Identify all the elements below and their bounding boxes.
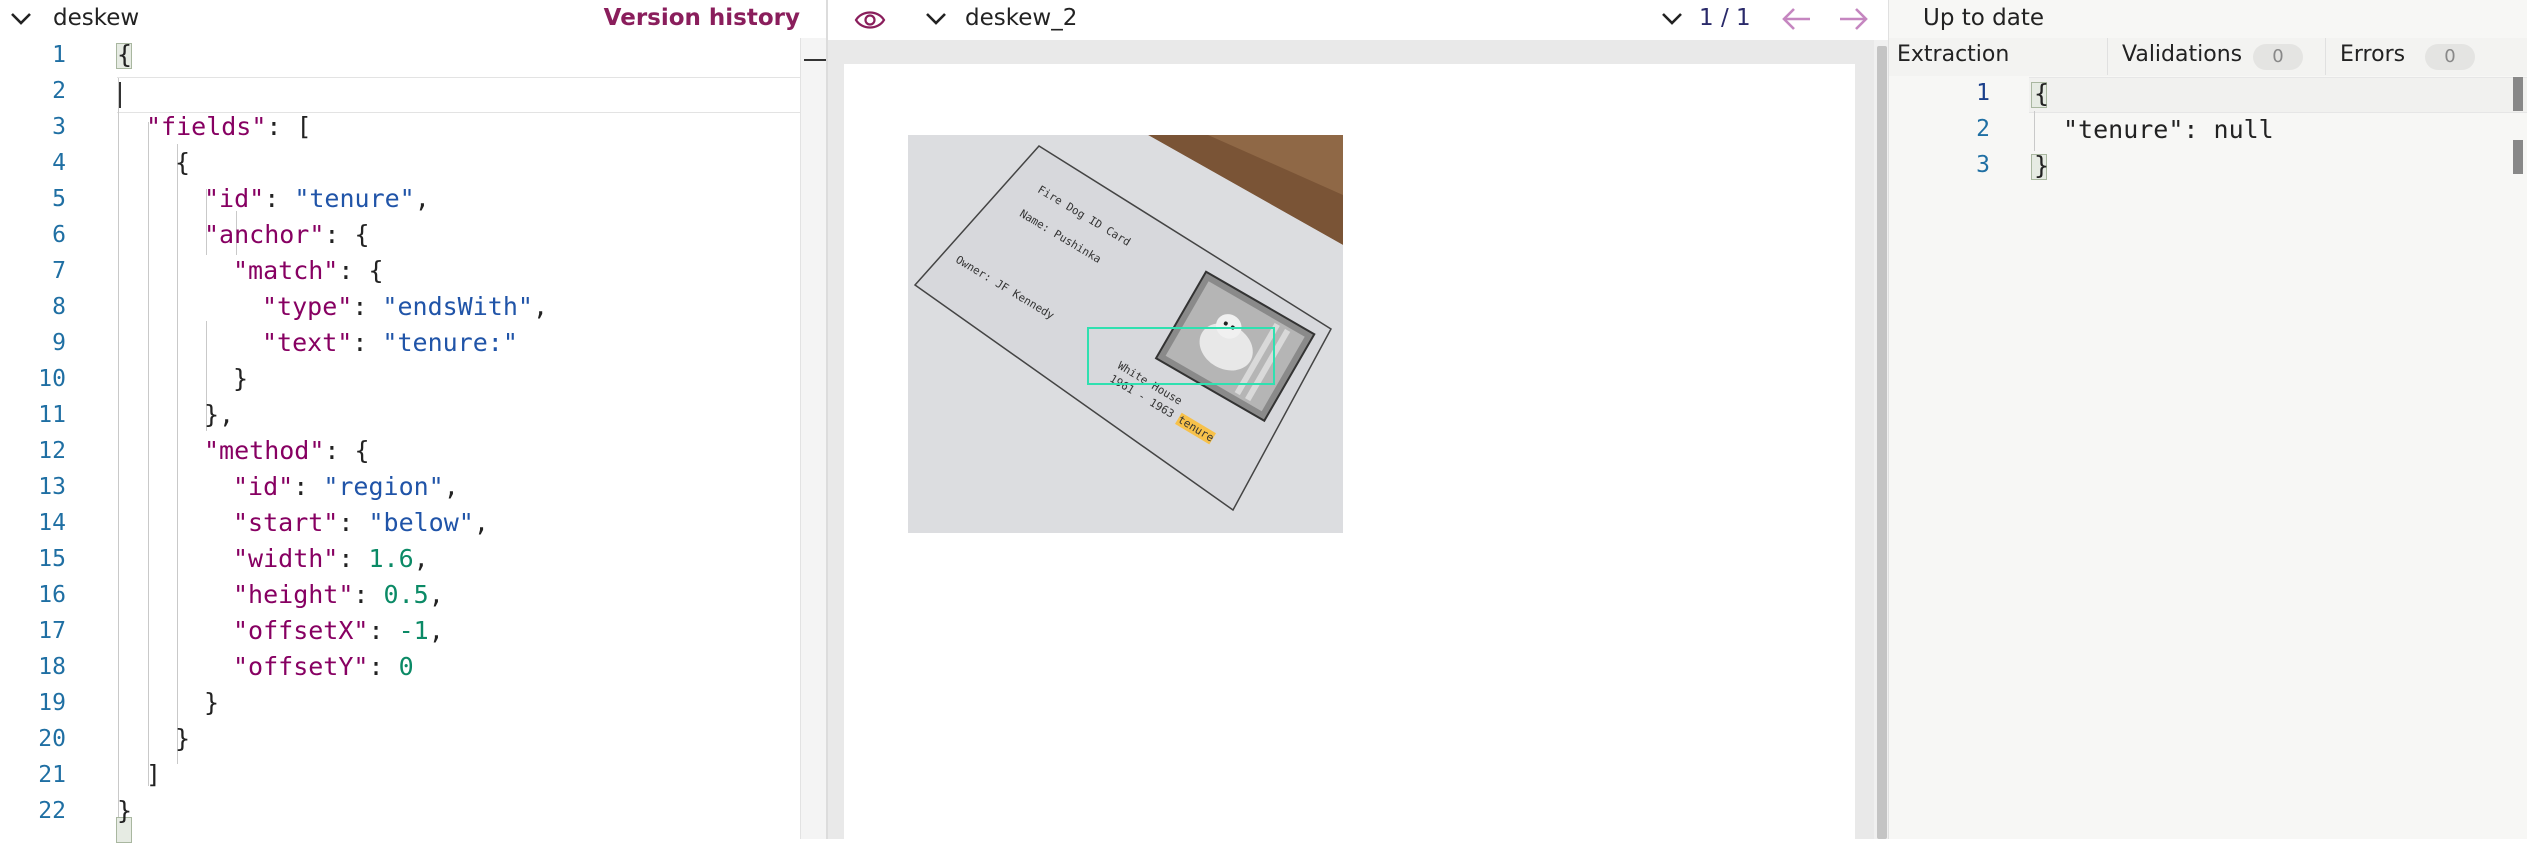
project-name[interactable]: deskew xyxy=(53,5,139,31)
result-line: { xyxy=(2034,79,2050,108)
arrow-right-icon[interactable] xyxy=(1836,6,1870,32)
code-line: }, xyxy=(204,400,235,429)
result-line: "tenure": null xyxy=(2063,115,2274,144)
line-number: 9 xyxy=(52,330,66,356)
code-line: ] xyxy=(146,760,162,789)
line-number: 21 xyxy=(38,762,66,788)
line-number: 7 xyxy=(52,258,66,284)
code-line: "width": 1.6, xyxy=(233,544,429,573)
line-number: 10 xyxy=(38,366,66,392)
line-number: 5 xyxy=(52,186,66,212)
line-number: 18 xyxy=(38,654,66,680)
code-line: } xyxy=(233,364,249,393)
document-name[interactable]: deskew_2 xyxy=(965,5,1077,31)
code-line: "type": "endsWith", xyxy=(262,292,548,321)
line-number: 17 xyxy=(38,618,66,644)
results-tabs: Extraction Validations 0 Errors 0 xyxy=(1889,38,2527,76)
active-line-highlight xyxy=(117,77,827,113)
code-line: "id": "region", xyxy=(233,472,459,501)
editor-scrollbar[interactable] xyxy=(800,38,827,839)
line-number: 16 xyxy=(38,582,66,608)
code-line: "method": { xyxy=(204,436,370,465)
code-line: } xyxy=(117,796,133,825)
code-line: } xyxy=(175,724,191,753)
document-canvas[interactable]: Fire Dog ID Card Name: Pushinka Owner: J… xyxy=(828,40,1874,839)
count-badge: 0 xyxy=(2253,44,2303,70)
line-number: 1 xyxy=(52,42,66,68)
tab-validations[interactable]: Validations 0 xyxy=(2107,38,2325,75)
code-line: "match": { xyxy=(233,256,384,285)
arrow-left-icon[interactable] xyxy=(1780,6,1814,32)
tab-label: Validations xyxy=(2122,42,2243,67)
line-number: 6 xyxy=(52,222,66,248)
result-line: } xyxy=(2034,151,2050,180)
code-line: "offsetY": 0 xyxy=(233,652,414,681)
chevron-down-icon[interactable] xyxy=(925,12,947,26)
scrollbar-marker xyxy=(2513,140,2523,174)
line-number: 20 xyxy=(38,726,66,752)
line-number: 3 xyxy=(1976,152,1990,178)
tab-errors[interactable]: Errors 0 xyxy=(2325,38,2527,75)
line-number: 3 xyxy=(52,114,66,140)
results-pane: Up to date Extraction Validations 0 Erro… xyxy=(1888,0,2527,839)
code-line: "text": "tenure:" xyxy=(262,328,518,357)
extraction-result-viewer[interactable]: 1 2 3 { "tenure": null } xyxy=(1889,77,2527,839)
scrollbar-thumb[interactable] xyxy=(1877,46,1887,839)
count-badge: 0 xyxy=(2425,44,2475,70)
json-code-editor[interactable]: 1 2 3 4 5 6 7 8 9 10 11 12 13 14 15 16 1… xyxy=(0,38,827,843)
status-text: Up to date xyxy=(1923,5,2045,31)
viewer-header: deskew_2 1 / 1 xyxy=(828,0,1890,40)
chevron-down-icon[interactable] xyxy=(1661,12,1683,26)
version-history-link[interactable]: Version history xyxy=(604,5,800,31)
tab-label: Extraction xyxy=(1897,42,2010,67)
page-indicator[interactable]: 1 / 1 xyxy=(1699,5,1751,31)
chevron-down-icon[interactable] xyxy=(10,12,32,26)
tab-label: Errors xyxy=(2340,42,2406,67)
line-number: 15 xyxy=(38,546,66,572)
line-number: 8 xyxy=(52,294,66,320)
code-line: "id": "tenure", xyxy=(204,184,430,213)
code-line: "fields": [ xyxy=(146,112,312,141)
config-header: deskew Version history xyxy=(0,0,826,38)
code-line: "offsetX": -1, xyxy=(233,616,444,645)
line-number: 2 xyxy=(52,78,66,104)
line-number: 11 xyxy=(38,402,66,428)
active-line-highlight xyxy=(2029,77,2527,113)
line-number: 1 xyxy=(1976,80,1990,106)
code-line: { xyxy=(117,40,133,69)
line-number: 4 xyxy=(52,150,66,176)
indent-guide xyxy=(148,122,149,786)
text-cursor xyxy=(119,82,121,108)
indent-guide xyxy=(177,144,178,764)
code-line: { xyxy=(175,148,191,177)
line-number: 2 xyxy=(1976,116,1990,142)
code-line: "anchor": { xyxy=(204,220,370,249)
scrollbar-marker xyxy=(2513,77,2523,111)
indent-guide xyxy=(2034,111,2035,151)
document-viewer-pane: deskew_2 1 / 1 Fire Dog ID Card Name: Pu… xyxy=(826,0,1890,839)
line-number: 13 xyxy=(38,474,66,500)
line-number: 19 xyxy=(38,690,66,716)
code-line: "start": "below", xyxy=(233,508,489,537)
eye-icon[interactable] xyxy=(854,8,886,32)
code-line: "height": 0.5, xyxy=(233,580,444,609)
config-editor-pane: deskew Version history 1 2 3 4 5 6 7 8 9… xyxy=(0,0,827,843)
indent-guide xyxy=(118,78,119,830)
line-number: 12 xyxy=(38,438,66,464)
line-number: 22 xyxy=(38,798,66,824)
extraction-region-box xyxy=(1087,327,1275,385)
tab-extraction[interactable]: Extraction xyxy=(1889,38,2107,75)
code-line: } xyxy=(204,688,220,717)
document-page: Fire Dog ID Card Name: Pushinka Owner: J… xyxy=(844,64,1855,839)
scroll-position-marker xyxy=(804,59,826,61)
line-number: 14 xyxy=(38,510,66,536)
